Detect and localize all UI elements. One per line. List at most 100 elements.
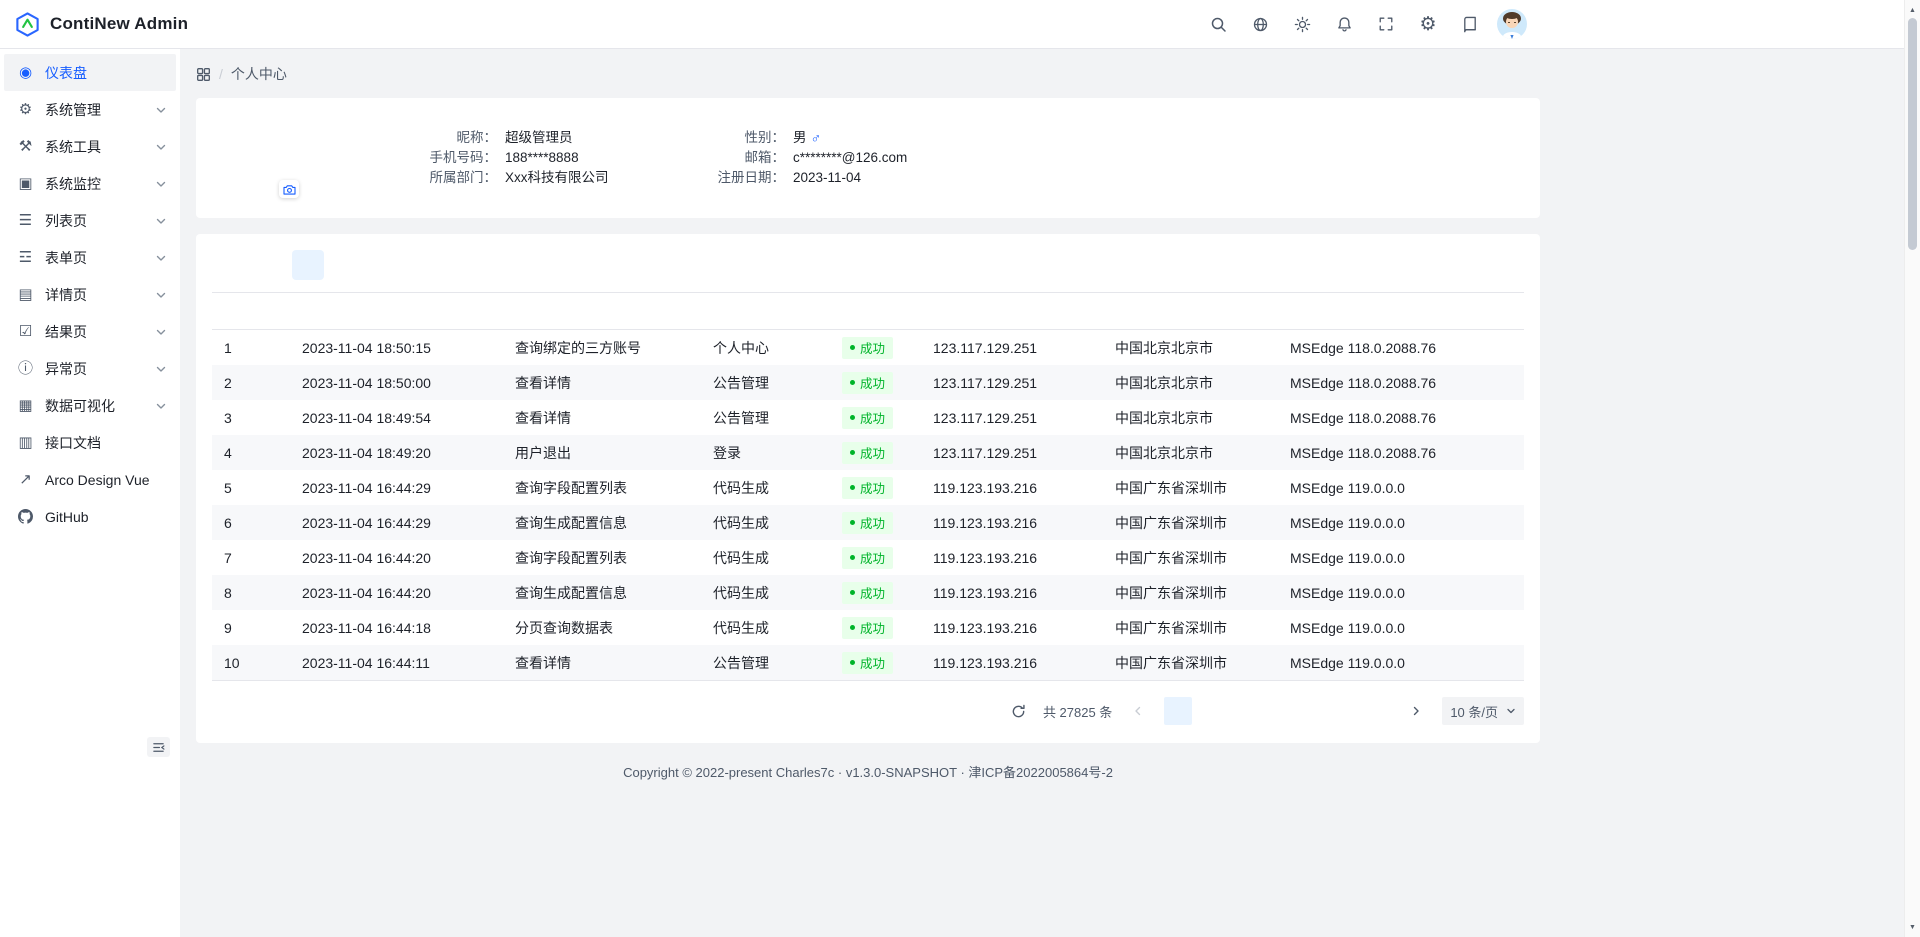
sidebar-item[interactable]: ⓘ 异常页 (4, 350, 176, 387)
status-dot-icon (850, 590, 855, 595)
chevron-down-icon (156, 327, 166, 337)
pagination-page[interactable] (1230, 697, 1258, 725)
avatar (1497, 9, 1527, 39)
cell-browser: MSEdge 119.0.0.0 (1290, 585, 1524, 601)
app-logo[interactable]: ContiNew Admin (14, 11, 188, 38)
cell-status: 成功 (842, 407, 933, 429)
pagination-next[interactable] (1402, 697, 1430, 725)
tab[interactable] (292, 250, 324, 280)
status-dot-icon (850, 520, 855, 525)
cell-time: 2023-11-04 16:44:20 (302, 550, 515, 566)
table-body: 1 2023-11-04 18:50:15 查询绑定的三方账号 个人中心 成功 (212, 330, 1524, 681)
search-button[interactable] (1202, 8, 1234, 40)
pagination-page[interactable] (1362, 697, 1390, 725)
scroll-down-arrow[interactable]: ▼ (1905, 919, 1920, 935)
table-row: 8 2023-11-04 16:44:20 查询生成配置信息 代码生成 成功 (212, 575, 1524, 610)
sidebar-item-label: GitHub (45, 509, 166, 525)
refresh-icon (1011, 704, 1026, 719)
pagination-page[interactable] (1329, 697, 1357, 725)
sidebar-item-icon: ◉ (16, 65, 35, 80)
status-dot-icon (850, 555, 855, 560)
theme-button[interactable] (1286, 8, 1318, 40)
pagination-total: 共 27825 条 (1043, 702, 1112, 721)
language-button[interactable] (1244, 8, 1276, 40)
sidebar-item[interactable]: ☰ 列表页 (4, 202, 176, 239)
fullscreen-button[interactable] (1370, 8, 1402, 40)
sidebar: ◉ 仪表盘 ⚙ 系统管理 ⚒ (0, 49, 180, 937)
sidebar-item[interactable]: ☑ 结果页 (4, 313, 176, 350)
header-actions: ⚙ (1202, 0, 1528, 48)
sidebar-item[interactable]: ▦ 数据可视化 (4, 387, 176, 424)
tab[interactable] (212, 250, 244, 280)
sidebar-item[interactable]: ☲ 表单页 (4, 239, 176, 276)
cell-content: 查看详情 (515, 653, 713, 673)
pagination-page[interactable] (1296, 697, 1324, 725)
table-header (212, 293, 1524, 330)
pagination-page[interactable] (1197, 697, 1225, 725)
cell-ip: 123.117.129.251 (933, 340, 1115, 356)
pagination-prev[interactable] (1124, 697, 1152, 725)
profile-field-value: Xxx科技有限公司 (505, 168, 695, 188)
sidebar-item-icon (16, 509, 35, 524)
profile-field-value: 2023-11-04 (793, 168, 861, 188)
tab[interactable] (252, 250, 284, 280)
vertical-scrollbar[interactable]: ▲ ▼ (1904, 0, 1920, 937)
page-size-select[interactable]: 10 条/页 (1442, 697, 1524, 725)
cell-index: 2 (212, 375, 302, 391)
sidebar-item[interactable]: ▤ 详情页 (4, 276, 176, 313)
cell-ip: 123.117.129.251 (933, 375, 1115, 391)
cell-location: 中国广东省深圳市 (1115, 478, 1290, 498)
sidebar-item[interactable]: ⚒ 系统工具 (4, 128, 176, 165)
user-avatar-button[interactable] (1496, 8, 1528, 40)
sidebar-item[interactable]: ↗ Arco Design Vue (4, 461, 176, 498)
status-text: 成功 (860, 478, 885, 497)
docs-button[interactable] (1454, 8, 1486, 40)
collapse-sidebar-button[interactable] (147, 737, 170, 757)
cell-content: 查询绑定的三方账号 (515, 338, 713, 358)
cell-time: 2023-11-04 16:44:11 (302, 655, 515, 671)
table-row: 1 2023-11-04 18:50:15 查询绑定的三方账号 个人中心 成功 (212, 330, 1524, 365)
cell-time: 2023-11-04 16:44:18 (302, 620, 515, 636)
status-badge: 成功 (842, 652, 893, 674)
scrollbar-thumb[interactable] (1908, 18, 1917, 250)
sidebar-item-icon: ⓘ (16, 361, 35, 376)
sidebar-item[interactable]: ▣ 系统监控 (4, 165, 176, 202)
breadcrumb: / 个人中心 (196, 63, 1540, 85)
status-badge: 成功 (842, 407, 893, 429)
cell-module: 代码生成 (713, 548, 842, 568)
sidebar-item-icon: ↗ (16, 472, 35, 487)
profile-fields-right: 性别： 男 ♂ 邮箱： c********@126.com 注册日期： 2023… (703, 128, 907, 188)
sidebar-item-label: 系统监控 (45, 174, 156, 194)
status-text: 成功 (860, 443, 885, 462)
status-badge: 成功 (842, 337, 893, 359)
settings-button[interactable]: ⚙ (1412, 8, 1444, 40)
sidebar-item[interactable]: ⚙ 系统管理 (4, 91, 176, 128)
refresh-button[interactable] (1007, 699, 1031, 723)
apps-grid-icon[interactable] (196, 67, 211, 82)
app-logo-icon (14, 11, 41, 38)
cell-module: 公告管理 (713, 373, 842, 393)
cell-status: 成功 (842, 442, 933, 464)
sidebar-item[interactable]: ◉ 仪表盘 (4, 54, 176, 91)
cell-location: 中国广东省深圳市 (1115, 548, 1290, 568)
sidebar-item[interactable]: GitHub (4, 498, 176, 535)
change-avatar-button[interactable] (279, 180, 299, 198)
cell-ip: 119.123.193.216 (933, 620, 1115, 636)
cell-browser: MSEdge 118.0.2088.76 (1290, 410, 1524, 426)
cell-content: 查看详情 (515, 408, 713, 428)
sidebar-item-label: 接口文档 (45, 433, 166, 453)
pagination-page[interactable] (1164, 697, 1192, 725)
notifications-button[interactable] (1328, 8, 1360, 40)
cell-module: 个人中心 (713, 338, 842, 358)
status-dot-icon (850, 415, 855, 420)
pagination-page[interactable] (1263, 697, 1291, 725)
github-icon (18, 509, 33, 524)
app-header: ContiNew Admin (0, 0, 1920, 49)
cell-time: 2023-11-04 16:44:29 (302, 515, 515, 531)
cell-ip: 119.123.193.216 (933, 515, 1115, 531)
sidebar-item[interactable]: ▥ 接口文档 (4, 424, 176, 461)
scroll-up-arrow[interactable]: ▲ (1905, 2, 1920, 18)
language-icon (1252, 16, 1269, 33)
page-size-value: 10 条/页 (1450, 702, 1498, 721)
sidebar-item-label: 仪表盘 (45, 63, 166, 83)
